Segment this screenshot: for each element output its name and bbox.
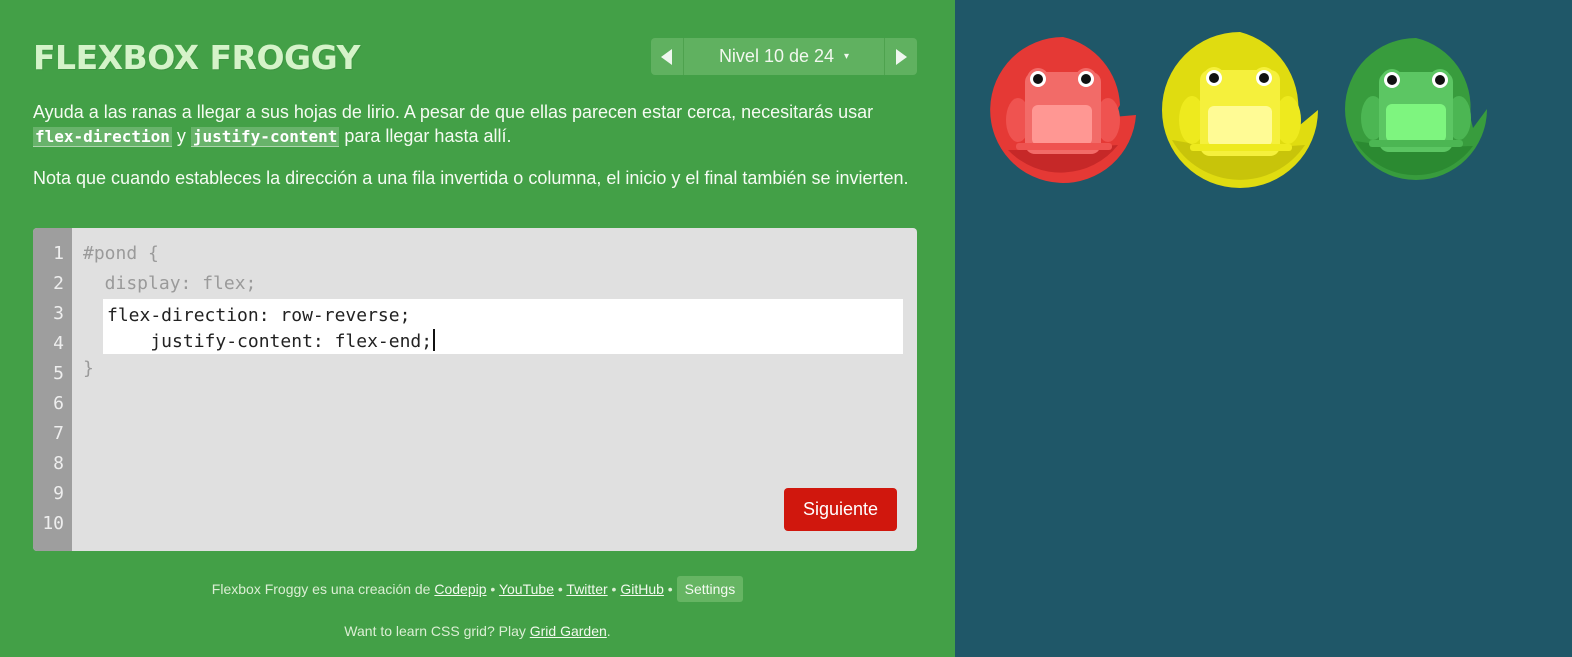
line-number: 5 bbox=[53, 363, 64, 384]
sidebar: FLEXBOX FROGGY Nivel 10 de 24 ▾ Ayuda a … bbox=[0, 0, 955, 657]
line-number: 8 bbox=[53, 453, 64, 474]
triangle-left-icon bbox=[661, 48, 672, 65]
twitter-link[interactable]: Twitter bbox=[566, 581, 607, 597]
separator: • bbox=[553, 581, 567, 597]
github-link[interactable]: GitHub bbox=[620, 581, 664, 597]
youtube-link[interactable]: YouTube bbox=[499, 581, 554, 597]
level-label: Nivel 10 de 24 bbox=[718, 46, 835, 66]
credits: Flexbox Froggy es una creación de Codepi… bbox=[0, 576, 955, 602]
code-editor: 1 2 3 4 5 6 7 8 9 10 #pond { display: flex; flex-… bbox=[33, 228, 917, 551]
line-number: 1 bbox=[53, 243, 64, 264]
line-numbers: 1 2 3 4 5 6 7 8 9 10 bbox=[33, 228, 72, 551]
previous-level-button[interactable] bbox=[651, 38, 684, 75]
settings-button[interactable]: Settings bbox=[676, 576, 744, 602]
instructions-note: Nota que cuando estableces la dirección … bbox=[33, 168, 909, 188]
level-navigation: Nivel 10 de 24 ▾ bbox=[651, 38, 917, 75]
credit-text: Flexbox Froggy es una creación de bbox=[211, 581, 435, 597]
input-line-2: justify-content: flex-end; bbox=[107, 331, 433, 352]
input-line-1: flex-direction: row-reverse; bbox=[107, 305, 411, 326]
line-number: 3 bbox=[53, 303, 64, 324]
instructions-text: Ayuda a las ranas a llegar a sus hojas d… bbox=[33, 102, 874, 122]
keyword-justify-content[interactable]: justify-content bbox=[190, 127, 340, 147]
text-cursor bbox=[433, 329, 436, 351]
triangle-right-icon bbox=[896, 48, 907, 65]
promo-end: . bbox=[606, 623, 611, 639]
yellow-lilypad-with-frog bbox=[1162, 32, 1318, 188]
line-number: 2 bbox=[53, 273, 64, 294]
grid-garden-promo: Want to learn CSS grid? Play Grid Garden… bbox=[0, 623, 955, 639]
keyword-flex-direction[interactable]: flex-direction bbox=[33, 127, 172, 147]
red-lilypad-with-frog bbox=[990, 37, 1136, 183]
line-number: 10 bbox=[42, 513, 64, 534]
instructions-paragraph: Ayuda a las ranas a llegar a sus hojas d… bbox=[33, 100, 923, 149]
line-number: 9 bbox=[53, 483, 64, 504]
code-line-close: } bbox=[83, 358, 94, 379]
next-button[interactable]: Siguiente bbox=[784, 488, 897, 531]
green-lilypad-with-frog bbox=[1345, 38, 1487, 180]
promo-text: Want to learn CSS grid? Play bbox=[344, 623, 530, 639]
pond bbox=[955, 0, 1572, 657]
line-number: 7 bbox=[53, 423, 64, 444]
codepip-link[interactable]: Codepip bbox=[434, 581, 486, 597]
instructions-text: y bbox=[171, 126, 191, 146]
app-logo: FLEXBOX FROGGY bbox=[33, 38, 360, 77]
line-number: 4 bbox=[53, 333, 64, 354]
separator: • bbox=[607, 581, 621, 597]
next-level-button[interactable] bbox=[884, 38, 917, 75]
line-number: 6 bbox=[53, 393, 64, 414]
level-selector[interactable]: Nivel 10 de 24 ▾ bbox=[684, 38, 884, 75]
grid-garden-link[interactable]: Grid Garden bbox=[530, 623, 607, 639]
instructions-text: para llegar hasta allí. bbox=[339, 126, 512, 146]
separator: • bbox=[486, 581, 499, 597]
code-line-1: #pond { bbox=[83, 243, 159, 264]
code-line-2: display: flex; bbox=[83, 273, 257, 294]
separator: • bbox=[663, 581, 677, 597]
css-code-input[interactable]: flex-direction: row-reverse; justify-con… bbox=[103, 299, 903, 354]
caret-down-icon: ▾ bbox=[844, 51, 850, 62]
